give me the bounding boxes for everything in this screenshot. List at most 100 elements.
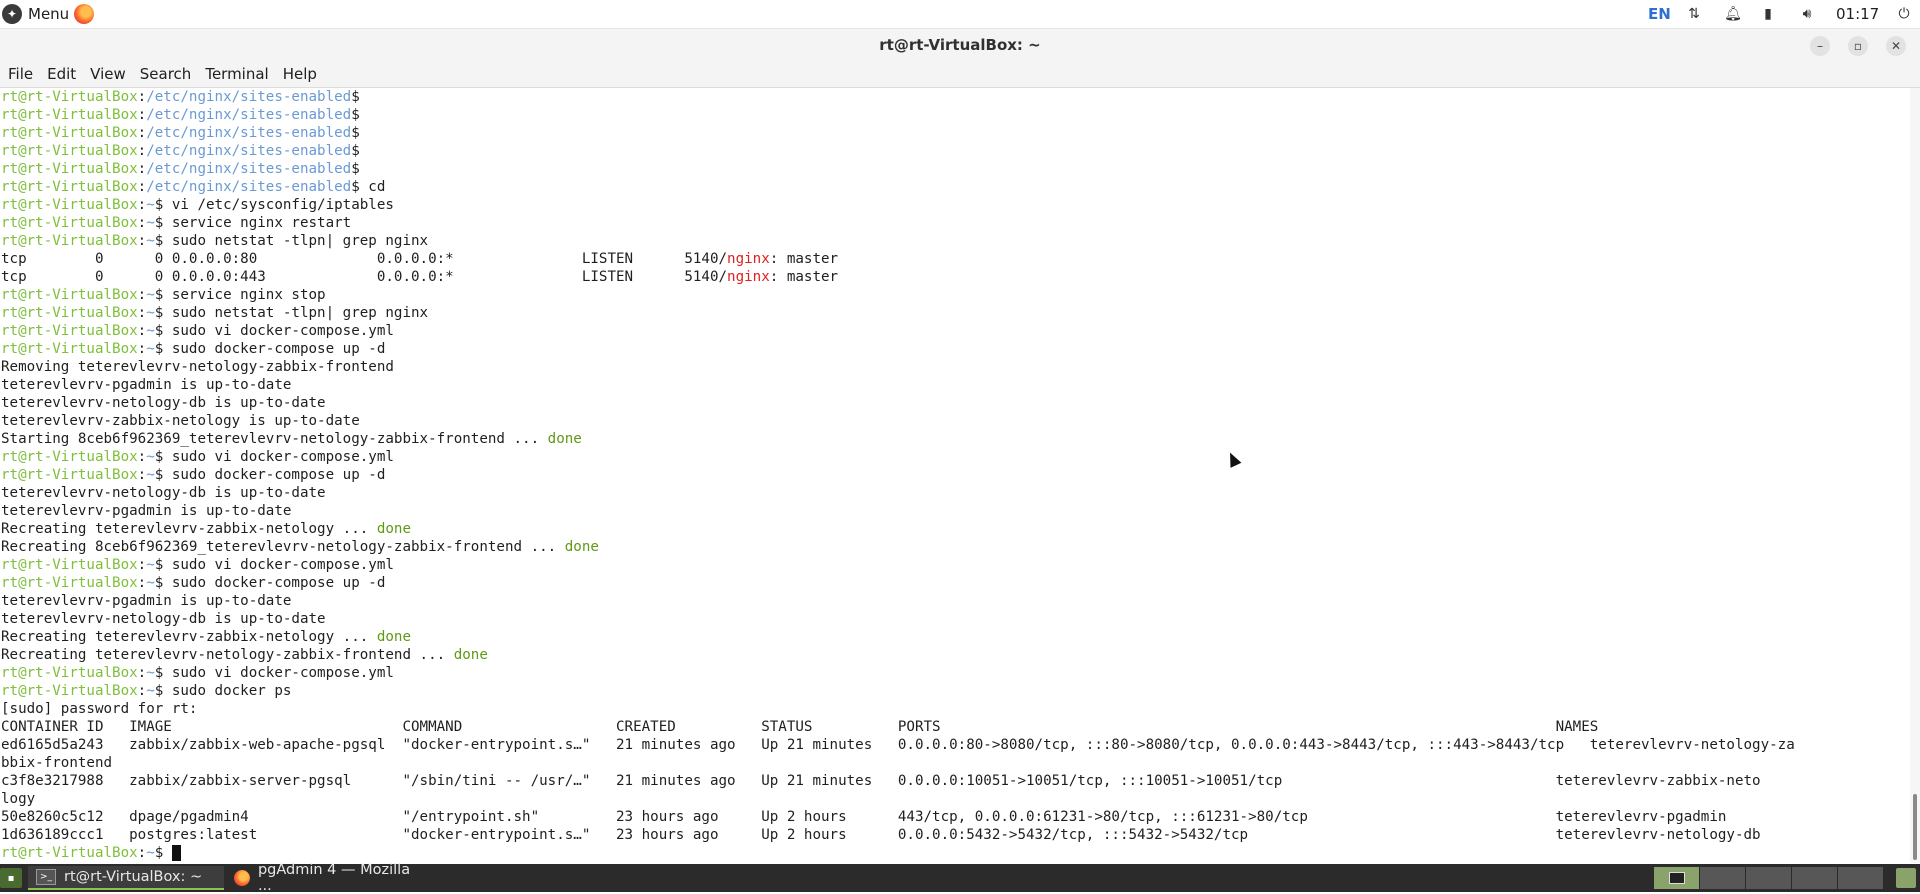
terminal-text: $ [351, 143, 360, 159]
terminal-line: Recreating 8ceb6f962369_teterevlevrv-net… [1, 538, 1795, 556]
terminal-text: bbix-frontend [1, 755, 113, 771]
terminal-text: $ [351, 125, 360, 141]
terminal-text: : [137, 215, 147, 231]
terminal-text: $ [351, 89, 360, 105]
menu-search[interactable]: Search [133, 65, 199, 83]
terminal-line: rt@rt-VirtualBox:~$ sudo docker-compose … [1, 466, 1795, 484]
prompt-path: ~ [146, 215, 155, 231]
taskbar-item-label: pgAdmin 4 — Mozilla ... [257, 862, 411, 894]
status-done: done [376, 521, 412, 537]
terminal-text: : [137, 323, 147, 339]
terminal-text: $ sudo netstat -tlpn| grep nginx [154, 233, 429, 249]
terminal-text: tcp 0 0 0.0.0.0:443 0.0.0.0:* LISTEN 514… [1, 269, 728, 285]
terminal-text: Recreating teterevlevrv-netology-zabbix-… [1, 647, 454, 663]
status-done: done [453, 647, 488, 663]
terminal-line: teterevlevrv-pgadmin is up-to-date [1, 376, 1795, 394]
menu-file[interactable]: File [0, 65, 40, 83]
prompt-path: ~ [146, 467, 155, 483]
bell-icon[interactable]: 🔔︎ [1722, 0, 1744, 28]
terminal-text: : [137, 143, 147, 159]
terminal-output[interactable]: rt@rt-VirtualBox:/etc/nginx/sites-enable… [0, 88, 1910, 863]
terminal-text: CONTAINER ID IMAGE COMMAND CREATED STATU… [1, 719, 1599, 735]
terminal-line: 1d636189ccc1 postgres:latest "docker-ent… [1, 826, 1795, 844]
minimize-button[interactable]: – [1810, 36, 1830, 56]
terminal-text: $ sudo netstat -tlpn| grep nginx [154, 305, 429, 321]
terminal-line: Recreating teterevlevrv-netology-zabbix-… [1, 646, 1795, 664]
terminal-text: tcp 0 0 0.0.0.0:80 0.0.0.0:* LISTEN 5140… [1, 251, 728, 267]
prompt-user-host: rt@rt-VirtualBox [1, 575, 138, 591]
prompt-path: ~ [146, 683, 155, 699]
prompt-user-host: rt@rt-VirtualBox [1, 143, 138, 159]
prompt-user-host: rt@rt-VirtualBox [1, 305, 138, 321]
terminal-line: rt@rt-VirtualBox:~$ sudo netstat -tlpn| … [1, 304, 1795, 322]
menu-view[interactable]: View [83, 65, 133, 83]
terminal-line: c3f8e3217988 zabbix/zabbix-server-pgsql … [1, 772, 1795, 790]
highlight-match: nginx [727, 251, 770, 267]
terminal-scrollbar[interactable] [1910, 88, 1920, 863]
scrollbar-thumb[interactable] [1913, 794, 1917, 860]
terminal-line: teterevlevrv-pgadmin is up-to-date [1, 592, 1795, 610]
workspace-1[interactable] [1654, 867, 1700, 889]
prompt-user-host: rt@rt-VirtualBox [1, 233, 138, 249]
terminal-text: $ service nginx stop [154, 287, 326, 303]
window-title: rt@rt-VirtualBox: ~ [879, 36, 1041, 54]
prompt-user-host: rt@rt-VirtualBox [1, 215, 138, 231]
firefox-icon[interactable] [74, 4, 94, 24]
terminal-line: teterevlevrv-zabbix-netology is up-to-da… [1, 412, 1795, 430]
terminal-line: rt@rt-VirtualBox:~$ sudo vi docker-compo… [1, 556, 1795, 574]
status-done: done [376, 629, 412, 645]
terminal-icon [1668, 872, 1685, 884]
terminal-text: $ [351, 161, 360, 177]
menu-terminal[interactable]: Terminal [198, 65, 275, 83]
terminal-text: Recreating teterevlevrv-zabbix-netology … [1, 521, 377, 537]
prompt-user-host: rt@rt-VirtualBox [1, 449, 138, 465]
prompt-user-host: rt@rt-VirtualBox [1, 467, 138, 483]
prompt-path: /etc/nginx/sites-enabled [146, 143, 352, 159]
terminal-line: rt@rt-VirtualBox:~$ service nginx restar… [1, 214, 1795, 232]
terminal-line: teterevlevrv-netology-db is up-to-date [1, 610, 1795, 628]
workspace-5[interactable] [1838, 867, 1884, 889]
workspace-3[interactable] [1746, 867, 1792, 889]
prompt-user-host: rt@rt-VirtualBox [1, 665, 138, 681]
terminal-line: rt@rt-VirtualBox:~$ sudo docker ps [1, 682, 1795, 700]
power-icon[interactable]: ⏻ [1893, 0, 1915, 28]
terminal-text: $ sudo docker ps [154, 683, 292, 699]
tray-applet-icon[interactable] [1896, 868, 1916, 888]
battery-icon[interactable]: ▮ [1757, 0, 1779, 28]
menu-edit[interactable]: Edit [40, 65, 83, 83]
prompt-path: /etc/nginx/sites-enabled [146, 161, 352, 177]
terminal-line: rt@rt-VirtualBox:/etc/nginx/sites-enable… [1, 178, 1795, 196]
menu-help[interactable]: Help [276, 65, 324, 83]
prompt-path: ~ [146, 575, 155, 591]
terminal-text: : [137, 197, 147, 213]
volume-icon[interactable]: 🔊︎ [1796, 0, 1818, 28]
terminal-line: rt@rt-VirtualBox:~$ vi /etc/sysconfig/ip… [1, 196, 1795, 214]
taskbar-item-firefox[interactable]: pgAdmin 4 — Mozilla ... [228, 862, 428, 894]
terminal-text: : [137, 89, 147, 105]
prompt-path: ~ [146, 449, 155, 465]
terminal-text: $ sudo vi docker-compose.yml [154, 323, 394, 339]
maximize-button[interactable]: ▫ [1848, 36, 1868, 56]
workspace-2[interactable] [1700, 867, 1746, 889]
terminal-line: rt@rt-VirtualBox:~$ [1, 844, 1795, 862]
terminal-text: [sudo] password for rt: [1, 701, 198, 717]
taskbar-item-terminal[interactable]: >_ rt@rt-VirtualBox: ~ [28, 866, 224, 890]
terminal-text: : [137, 305, 147, 321]
terminal-text: $ vi /etc/sysconfig/iptables [154, 197, 394, 213]
language-indicator[interactable]: EN [1648, 0, 1671, 28]
workspace-4[interactable] [1792, 867, 1838, 889]
terminal-text: : [137, 845, 147, 861]
workspace-switcher [1654, 867, 1884, 889]
clock[interactable]: 01:17 [1836, 0, 1879, 28]
status-done: done [564, 539, 599, 555]
terminal-text: : [137, 233, 147, 249]
prompt-path: ~ [146, 323, 155, 339]
firefox-icon [234, 870, 250, 886]
prompt-user-host: rt@rt-VirtualBox [1, 287, 138, 303]
show-desktop-icon[interactable]: ▪ [0, 868, 22, 888]
menu-button[interactable]: ✦ Menu [2, 2, 69, 26]
network-icon[interactable]: ⇅ [1683, 0, 1705, 28]
terminal-text: : master [769, 251, 839, 267]
close-button[interactable]: ✕ [1886, 36, 1906, 56]
window-title-bar[interactable]: rt@rt-VirtualBox: ~ – ▫ ✕ [0, 29, 1920, 61]
